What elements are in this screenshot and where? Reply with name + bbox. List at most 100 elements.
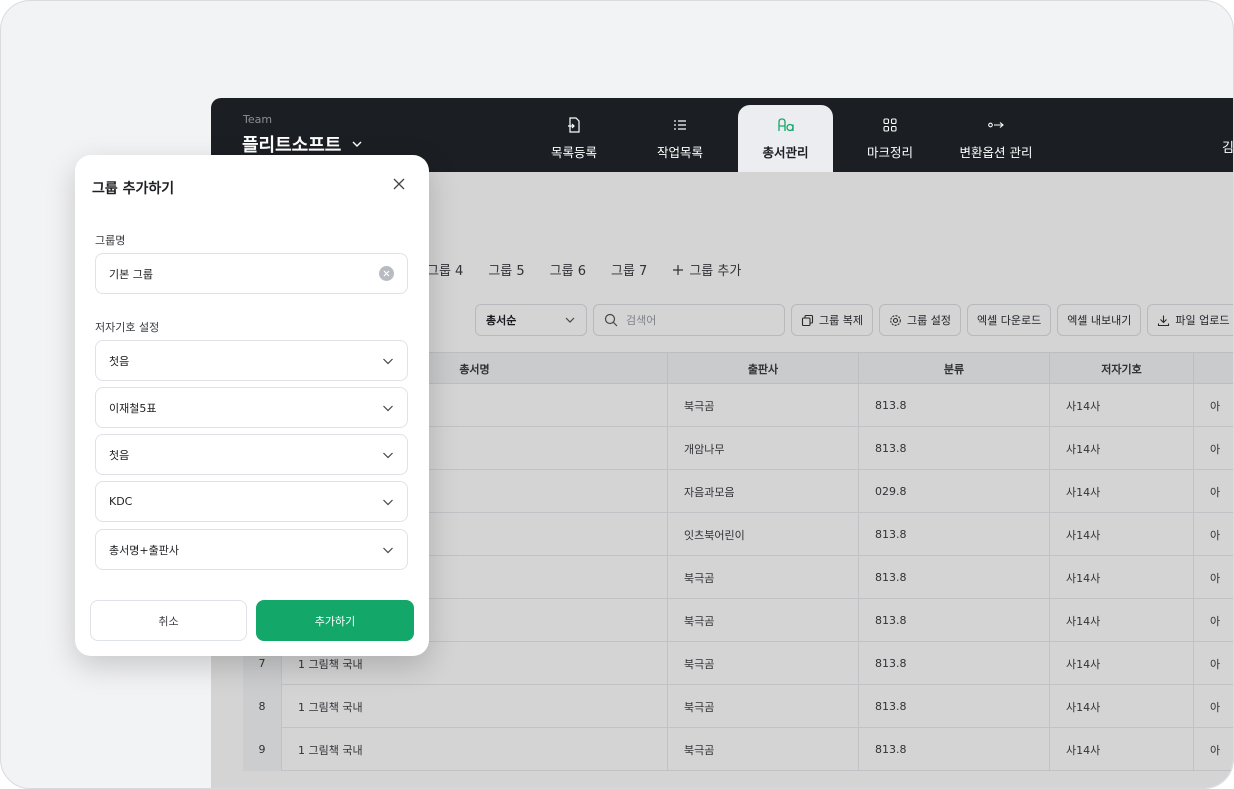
cell-author-code: 사14사 — [1049, 556, 1193, 599]
cell-class: 813.8 — [858, 427, 1049, 470]
gear-icon — [890, 314, 901, 326]
tab-group-7[interactable]: 그룹 7 — [611, 260, 647, 279]
cell-author-code: 사14사 — [1049, 470, 1193, 513]
close-icon[interactable] — [392, 177, 406, 191]
author-code-select-5[interactable]: 총서명+출판사 — [95, 529, 408, 570]
search-input[interactable]: 검색어 — [593, 304, 785, 336]
author-code-select-2[interactable]: 이재철5표 — [95, 387, 408, 428]
cell-index: 9 — [243, 728, 281, 771]
chevron-down-icon — [383, 499, 393, 505]
add-group-submit-button[interactable]: 추가하기 — [256, 600, 414, 641]
cell-index: 8 — [243, 685, 281, 728]
author-code-label: 저자기호 설정 — [95, 321, 160, 334]
nav-label: 총서관리 — [762, 145, 809, 160]
table-row[interactable]: 81 그림책 국내 북극곰 813.8 사14사 아 — [243, 685, 1233, 728]
chevron-down-icon — [383, 547, 393, 553]
tab-group-4[interactable]: 그룹 4 — [427, 260, 463, 279]
cell-author-code: 사14사 — [1049, 427, 1193, 470]
chevron-down-icon — [383, 405, 393, 411]
cell-publisher: 북극곰 — [667, 685, 858, 728]
nav-item-tasks[interactable]: 작업목록 — [647, 105, 713, 172]
plus-icon — [673, 264, 684, 275]
group-name-value: 기본 그룹 — [109, 267, 153, 281]
nav-item-register[interactable]: 목록등록 — [541, 105, 607, 172]
cell-author-code: 사14사 — [1049, 513, 1193, 556]
cell-publisher: 북극곰 — [667, 384, 858, 427]
excel-download-button[interactable]: 엑셀 다운로드 — [966, 304, 1052, 336]
file-upload-button[interactable]: 파일 업로드 — [1147, 304, 1233, 336]
sort-value: 총서순 — [486, 314, 517, 327]
select-value: 첫음 — [109, 448, 130, 462]
search-placeholder: 검색어 — [626, 314, 657, 327]
cell-extra: 아 — [1193, 728, 1233, 771]
cell-extra: 아 — [1193, 556, 1233, 599]
cell-series: 1 그림책 국내 — [281, 685, 667, 728]
select-value: KDC — [109, 495, 133, 508]
cell-class: 813.8 — [858, 556, 1049, 599]
modal-title: 그룹 추가하기 — [92, 181, 175, 197]
button-label: 파일 업로드 — [1175, 314, 1230, 327]
clear-input-icon[interactable] — [379, 266, 394, 281]
nav-label: 작업목록 — [656, 145, 703, 160]
nav-item-series[interactable]: 총서관리 — [738, 105, 833, 172]
copy-icon — [801, 314, 814, 326]
sort-select[interactable]: 총서순 — [475, 304, 587, 336]
chevron-down-icon — [565, 317, 575, 323]
cell-class: 813.8 — [858, 599, 1049, 642]
header-author-code: 저자기호 — [1049, 353, 1193, 385]
cell-publisher: 북극곰 — [667, 728, 858, 771]
add-group-label: 그룹 추가 — [689, 264, 742, 279]
group-settings-button[interactable]: 그룹 설정 — [878, 304, 961, 336]
cancel-button[interactable]: 취소 — [90, 600, 247, 641]
cell-extra: 아 — [1193, 427, 1233, 470]
cell-author-code: 사14사 — [1049, 728, 1193, 771]
nav-item-convert-options[interactable]: 변환옵션 관리 — [953, 105, 1039, 172]
duplicate-group-button[interactable]: 그룹 복제 — [791, 304, 873, 336]
select-value: 이재철5표 — [109, 401, 157, 415]
cell-class: 813.8 — [858, 728, 1049, 771]
group-name-label: 그룹명 — [95, 234, 126, 247]
cell-extra: 아 — [1193, 384, 1233, 427]
tab-group-5[interactable]: 그룹 5 — [488, 260, 524, 279]
tab-group-6[interactable]: 그룹 6 — [550, 260, 586, 279]
header-class: 분류 — [858, 353, 1049, 385]
nav-label: 마크정리 — [866, 145, 913, 160]
cell-extra: 아 — [1193, 642, 1233, 685]
add-group-tab[interactable]: 그룹 추가 — [672, 260, 741, 279]
cell-publisher: 북극곰 — [667, 599, 858, 642]
arrow-transform-icon — [988, 122, 1004, 128]
nav-item-marc[interactable]: 마크정리 — [857, 105, 923, 172]
cell-extra: 아 — [1193, 470, 1233, 513]
cell-class: 813.8 — [858, 685, 1049, 728]
user-menu[interactable]: 김 — [1222, 137, 1233, 156]
chevron-down-icon — [383, 358, 393, 364]
table-row[interactable]: 91 그림책 국내 북극곰 813.8 사14사 아 — [243, 728, 1233, 771]
author-code-select-3[interactable]: 첫음 — [95, 434, 408, 475]
button-label: 그룹 설정 — [906, 314, 951, 327]
cell-extra: 아 — [1193, 599, 1233, 642]
add-group-modal: 그룹 추가하기 그룹명 기본 그룹 저자기호 설정 첫음 이재철5표 첫음 KD… — [75, 155, 429, 656]
author-code-select-1[interactable]: 첫음 — [95, 340, 408, 381]
cell-publisher: 북극곰 — [667, 642, 858, 685]
cell-class: 813.8 — [858, 384, 1049, 427]
author-code-select-4[interactable]: KDC — [95, 481, 408, 522]
cell-author-code: 사14사 — [1049, 642, 1193, 685]
team-name: 플리트소프트 — [242, 135, 342, 156]
cell-class: 029.8 — [858, 470, 1049, 513]
button-label: 엑셀 내보내기 — [1067, 314, 1132, 327]
nav-label: 변환옵션 관리 — [959, 145, 1033, 160]
cell-extra: 아 — [1193, 513, 1233, 556]
cell-extra: 아 — [1193, 685, 1233, 728]
button-label: 엑셀 다운로드 — [976, 314, 1042, 327]
file-import-icon — [568, 117, 580, 133]
list-icon — [674, 120, 686, 130]
button-label: 그룹 복제 — [819, 314, 863, 327]
cell-publisher: 북극곰 — [667, 556, 858, 599]
grid-icon — [883, 118, 897, 132]
group-name-field[interactable]: 기본 그룹 — [95, 253, 408, 294]
chevron-down-icon — [352, 141, 362, 147]
team-switcher[interactable]: 플리트소프트 — [242, 131, 363, 157]
select-value: 총서명+출판사 — [109, 543, 179, 557]
cell-author-code: 사14사 — [1049, 685, 1193, 728]
excel-export-button[interactable]: 엑셀 내보내기 — [1057, 304, 1142, 336]
